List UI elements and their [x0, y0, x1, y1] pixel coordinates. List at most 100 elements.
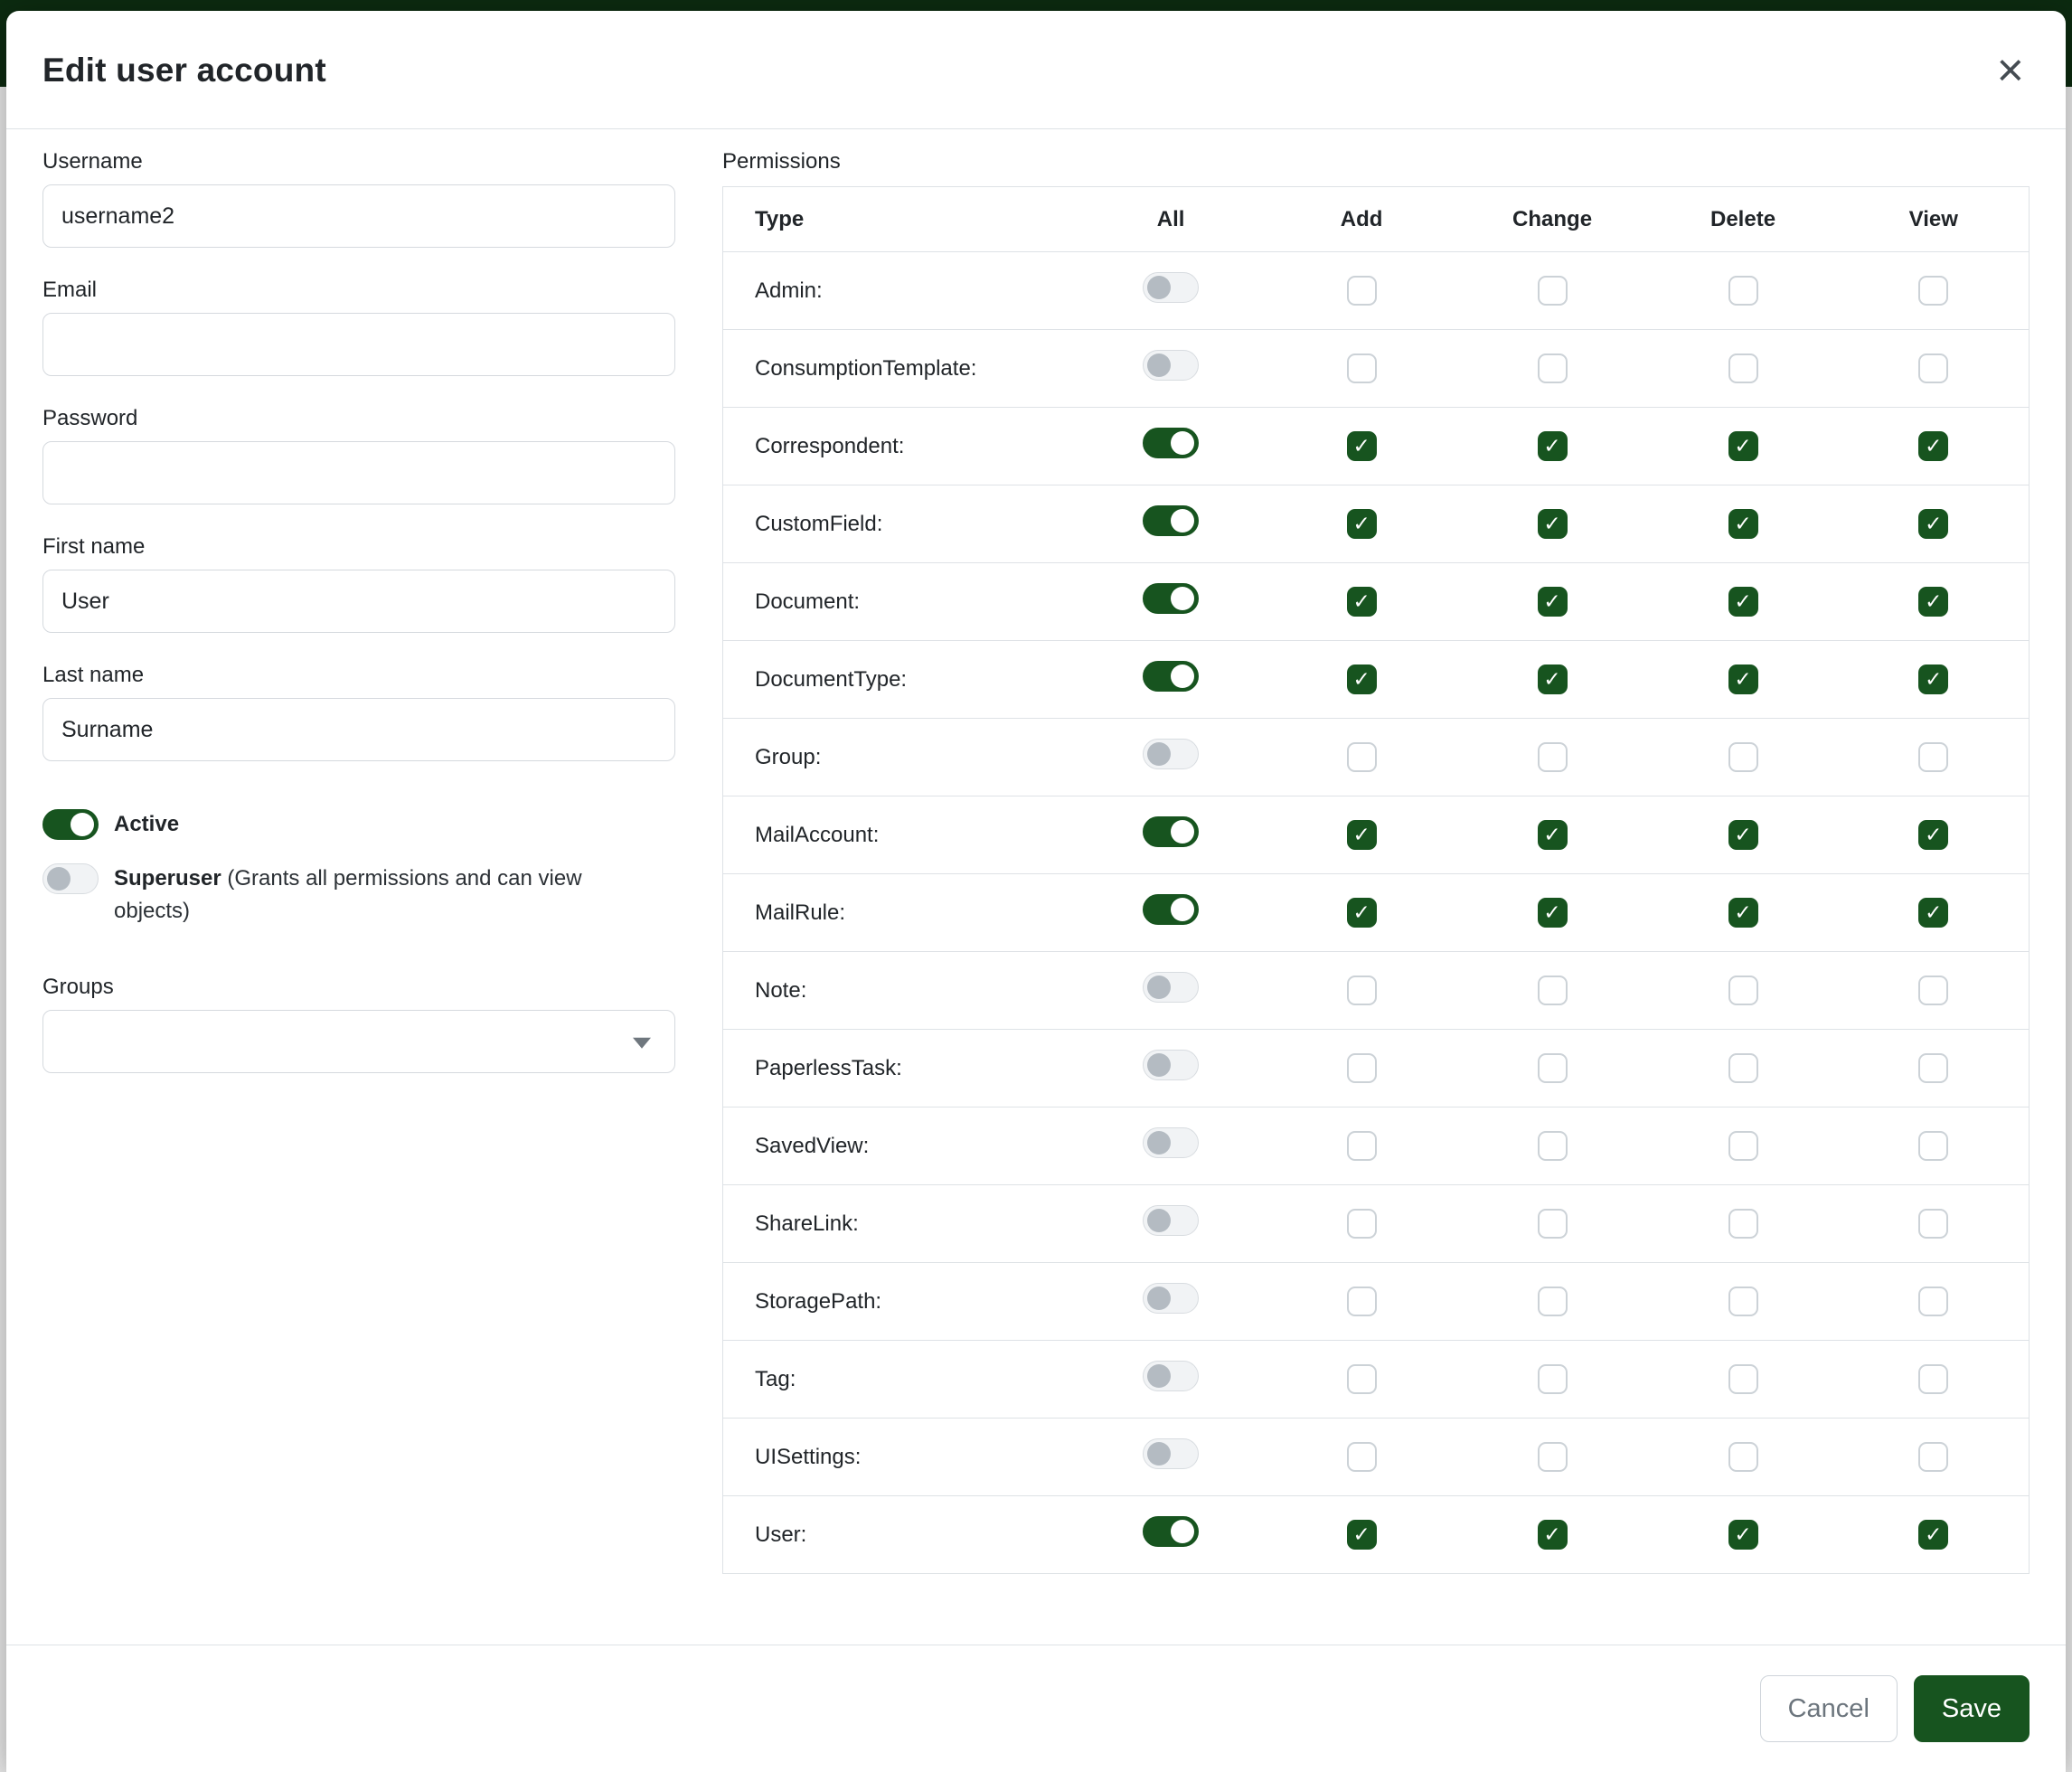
permission-view-checkbox[interactable] [1918, 431, 1948, 461]
permission-all-toggle[interactable] [1143, 1361, 1199, 1391]
superuser-toggle[interactable] [42, 863, 99, 894]
permission-delete-checkbox[interactable] [1728, 1520, 1758, 1550]
permission-all-toggle[interactable] [1143, 272, 1199, 303]
permission-change-checkbox[interactable] [1538, 820, 1568, 850]
groups-select[interactable] [42, 1010, 675, 1073]
permission-change-checkbox[interactable] [1538, 1209, 1568, 1239]
permission-view-checkbox[interactable] [1918, 509, 1948, 539]
permission-change-checkbox[interactable] [1538, 742, 1568, 772]
permission-add-checkbox[interactable] [1347, 1053, 1377, 1083]
column-header-change: Change [1457, 187, 1648, 252]
permission-all-toggle[interactable] [1143, 894, 1199, 925]
permission-view-checkbox[interactable] [1918, 1364, 1948, 1394]
permission-view-checkbox[interactable] [1918, 820, 1948, 850]
permission-all-toggle[interactable] [1143, 1205, 1199, 1236]
permission-view-checkbox[interactable] [1918, 1520, 1948, 1550]
permission-type-label: User: [723, 1496, 1076, 1574]
active-label: Active [114, 808, 179, 841]
permission-add-checkbox[interactable] [1347, 431, 1377, 461]
password-field[interactable] [42, 441, 675, 504]
permission-change-checkbox[interactable] [1538, 664, 1568, 694]
first-name-field[interactable] [42, 570, 675, 633]
permission-add-checkbox[interactable] [1347, 587, 1377, 617]
permission-all-toggle[interactable] [1143, 428, 1199, 458]
permission-change-checkbox[interactable] [1538, 1053, 1568, 1083]
permission-all-toggle[interactable] [1143, 661, 1199, 692]
permission-delete-checkbox[interactable] [1728, 1209, 1758, 1239]
permission-change-checkbox[interactable] [1538, 353, 1568, 383]
permission-add-checkbox[interactable] [1347, 976, 1377, 1005]
permission-all-toggle[interactable] [1143, 816, 1199, 847]
permission-add-checkbox[interactable] [1347, 276, 1377, 306]
permission-delete-checkbox[interactable] [1728, 276, 1758, 306]
permission-view-checkbox[interactable] [1918, 1287, 1948, 1316]
permission-delete-checkbox[interactable] [1728, 509, 1758, 539]
permission-add-checkbox[interactable] [1347, 1442, 1377, 1472]
permission-view-checkbox[interactable] [1918, 1131, 1948, 1161]
email-field[interactable] [42, 313, 675, 376]
permission-add-checkbox[interactable] [1347, 742, 1377, 772]
permission-view-checkbox[interactable] [1918, 664, 1948, 694]
permission-add-checkbox[interactable] [1347, 1520, 1377, 1550]
permission-view-checkbox[interactable] [1918, 898, 1948, 928]
close-icon[interactable]: × [1992, 47, 2030, 94]
permission-all-toggle[interactable] [1143, 1283, 1199, 1314]
permission-change-checkbox[interactable] [1538, 587, 1568, 617]
permission-delete-checkbox[interactable] [1728, 820, 1758, 850]
cancel-button[interactable]: Cancel [1760, 1675, 1898, 1742]
permission-view-checkbox[interactable] [1918, 276, 1948, 306]
permission-delete-checkbox[interactable] [1728, 1131, 1758, 1161]
permission-type-label: UISettings: [723, 1419, 1076, 1496]
permission-all-toggle[interactable] [1143, 1127, 1199, 1158]
username-input[interactable] [42, 184, 675, 248]
permission-view-checkbox[interactable] [1918, 587, 1948, 617]
save-button[interactable]: Save [1914, 1675, 2030, 1742]
permission-add-checkbox[interactable] [1347, 664, 1377, 694]
permission-delete-checkbox[interactable] [1728, 1053, 1758, 1083]
permission-all-toggle[interactable] [1143, 1050, 1199, 1080]
permission-change-checkbox[interactable] [1538, 1520, 1568, 1550]
permission-change-checkbox[interactable] [1538, 1364, 1568, 1394]
permission-delete-checkbox[interactable] [1728, 353, 1758, 383]
permission-view-checkbox[interactable] [1918, 1442, 1948, 1472]
permission-add-checkbox[interactable] [1347, 1131, 1377, 1161]
permission-change-checkbox[interactable] [1538, 1131, 1568, 1161]
permission-change-checkbox[interactable] [1538, 276, 1568, 306]
permission-delete-checkbox[interactable] [1728, 431, 1758, 461]
permission-all-toggle[interactable] [1143, 972, 1199, 1003]
permission-add-checkbox[interactable] [1347, 509, 1377, 539]
permission-delete-checkbox[interactable] [1728, 976, 1758, 1005]
permission-all-toggle[interactable] [1143, 1516, 1199, 1547]
permission-view-checkbox[interactable] [1918, 353, 1948, 383]
last-name-field[interactable] [42, 698, 675, 761]
permission-all-toggle[interactable] [1143, 350, 1199, 381]
permission-delete-checkbox[interactable] [1728, 1442, 1758, 1472]
permission-add-checkbox[interactable] [1347, 820, 1377, 850]
permission-delete-checkbox[interactable] [1728, 1364, 1758, 1394]
permission-view-checkbox[interactable] [1918, 742, 1948, 772]
permission-change-checkbox[interactable] [1538, 1287, 1568, 1316]
permission-all-toggle[interactable] [1143, 505, 1199, 536]
permission-add-checkbox[interactable] [1347, 898, 1377, 928]
permission-add-checkbox[interactable] [1347, 1364, 1377, 1394]
permission-add-checkbox[interactable] [1347, 353, 1377, 383]
permission-add-checkbox[interactable] [1347, 1209, 1377, 1239]
permission-all-toggle[interactable] [1143, 739, 1199, 769]
permission-delete-checkbox[interactable] [1728, 898, 1758, 928]
active-toggle[interactable] [42, 809, 99, 840]
permission-all-toggle[interactable] [1143, 583, 1199, 614]
permission-view-checkbox[interactable] [1918, 976, 1948, 1005]
permission-change-checkbox[interactable] [1538, 1442, 1568, 1472]
permission-view-checkbox[interactable] [1918, 1209, 1948, 1239]
permission-delete-checkbox[interactable] [1728, 742, 1758, 772]
permission-change-checkbox[interactable] [1538, 976, 1568, 1005]
permission-change-checkbox[interactable] [1538, 898, 1568, 928]
permission-delete-checkbox[interactable] [1728, 587, 1758, 617]
permission-add-checkbox[interactable] [1347, 1287, 1377, 1316]
permission-change-checkbox[interactable] [1538, 431, 1568, 461]
permission-all-toggle[interactable] [1143, 1438, 1199, 1469]
permission-view-checkbox[interactable] [1918, 1053, 1948, 1083]
permission-change-checkbox[interactable] [1538, 509, 1568, 539]
permission-delete-checkbox[interactable] [1728, 664, 1758, 694]
permission-delete-checkbox[interactable] [1728, 1287, 1758, 1316]
